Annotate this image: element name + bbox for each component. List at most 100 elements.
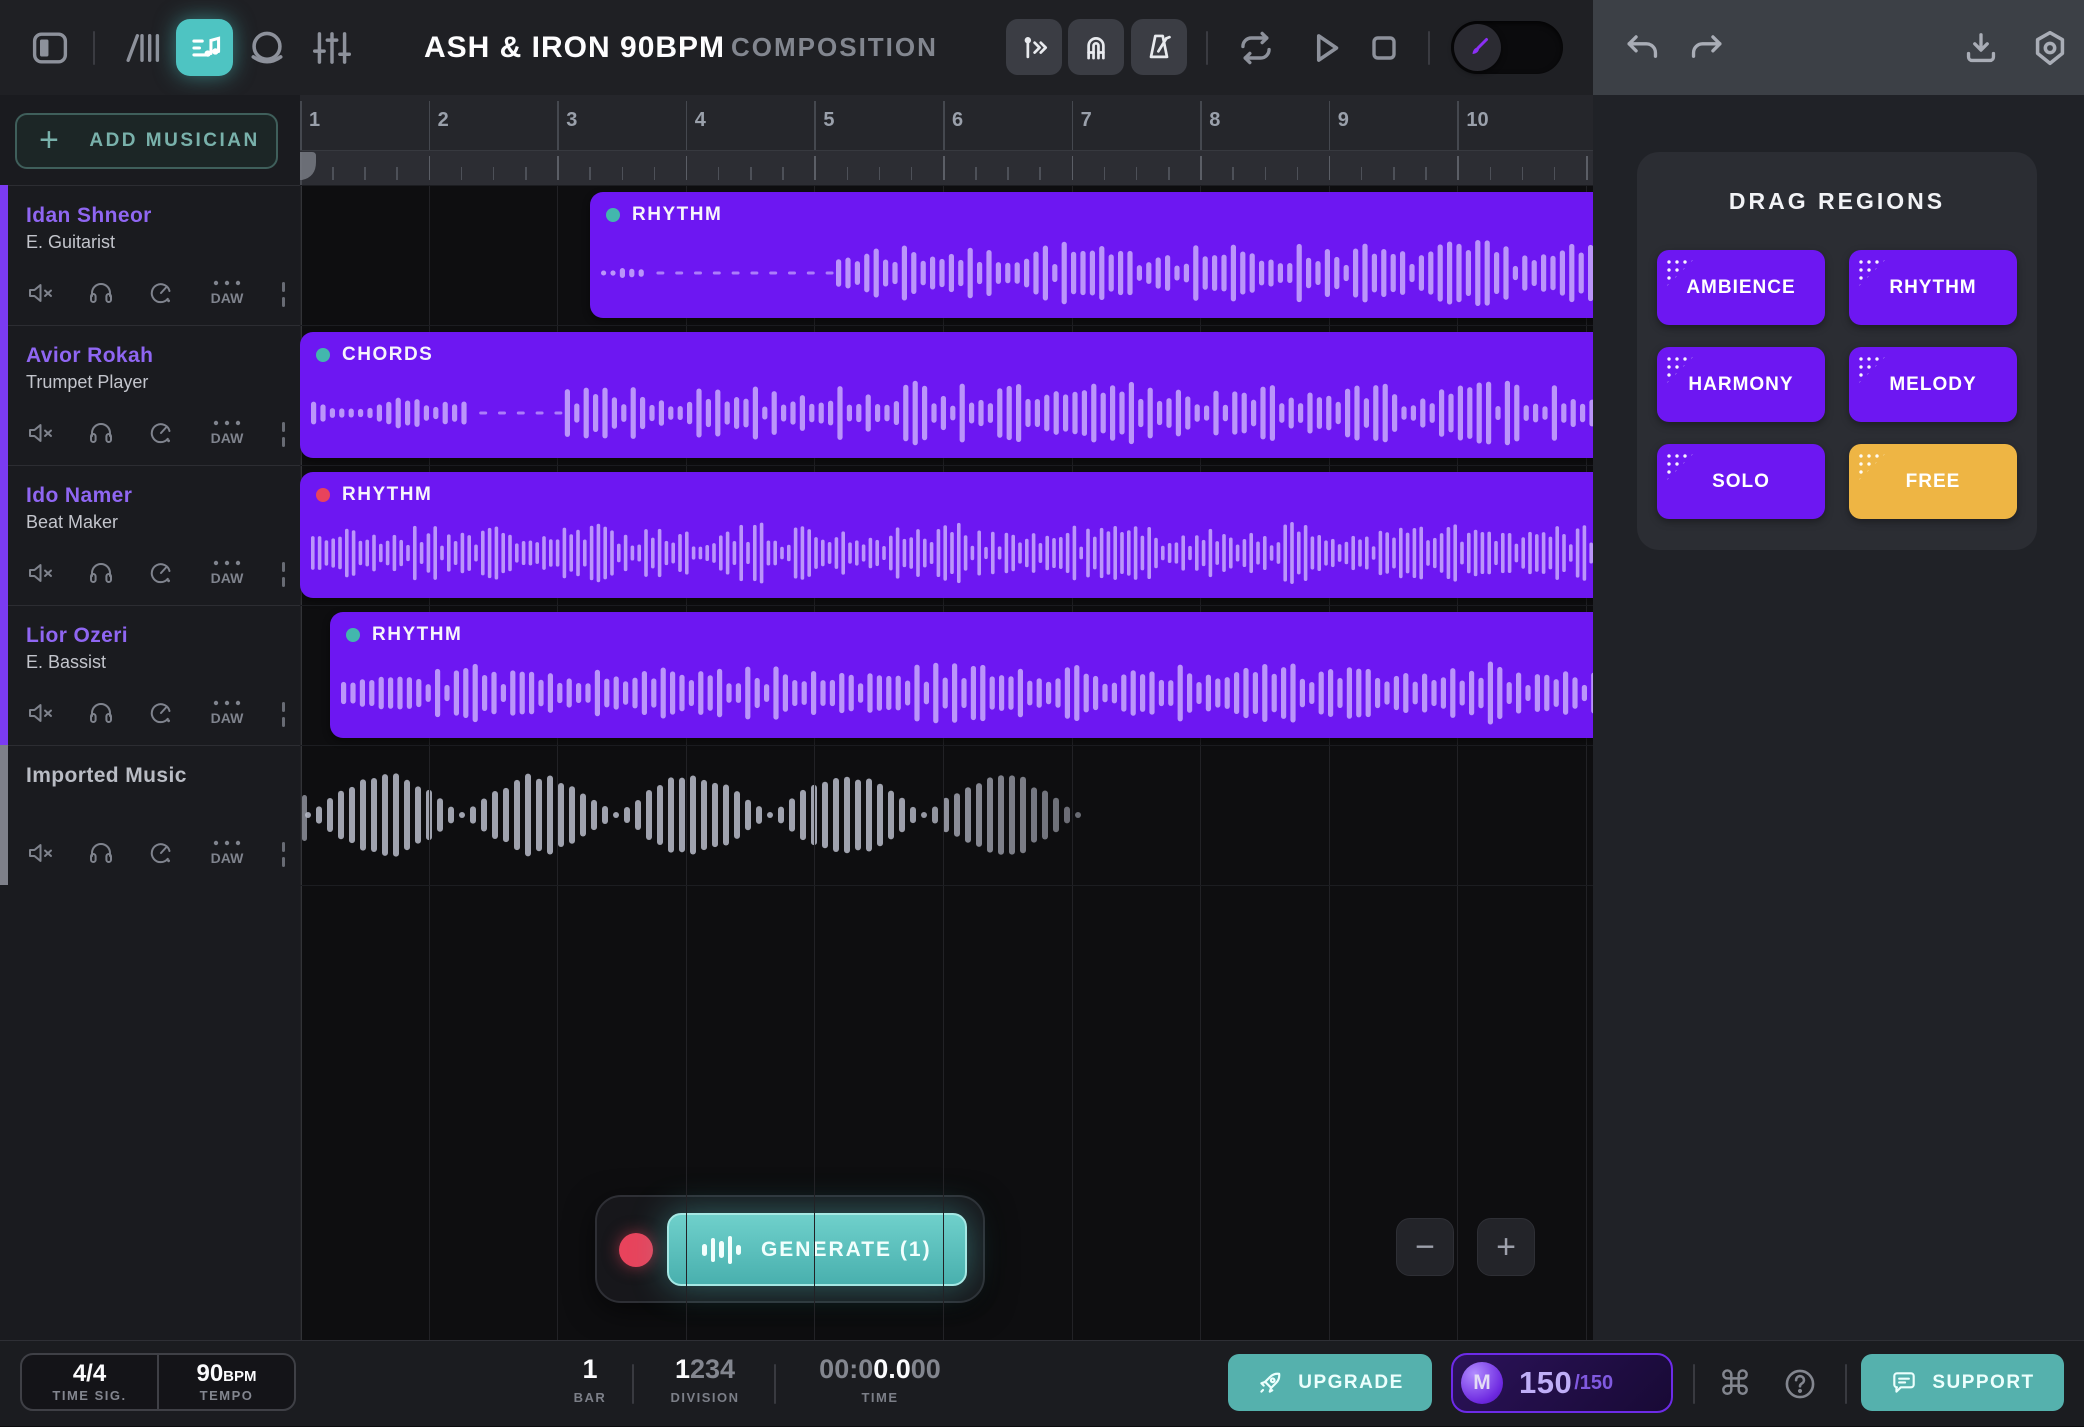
daw-icon[interactable]: DAW [206,698,248,728]
play-button[interactable] [1305,0,1347,95]
knob-icon[interactable] [146,278,176,308]
track-controls: DAW [26,278,248,308]
credits-badge: M [1461,1362,1503,1404]
credits-pill[interactable]: M 150 /150 [1451,1353,1673,1413]
undo-button[interactable] [1625,0,1661,95]
drag-handle[interactable] [282,562,285,587]
track-header[interactable]: Avior Rokah Trumpet Player DAW [0,325,300,465]
knob-icon[interactable] [146,838,176,868]
download-button[interactable] [1963,0,1999,95]
timpani-icon [246,27,288,69]
bar-tick [1072,156,1074,180]
drag-region-button-label: MELODY [1889,374,1976,396]
mute-icon[interactable] [26,418,56,448]
ruler-ticks[interactable] [300,151,1593,186]
composition-view-button[interactable] [176,19,233,76]
daw-icon[interactable]: DAW [206,558,248,588]
bar-number: 6 [952,109,963,132]
meter-box: 4/4 TIME SIG. 90BPM TEMPO [20,1353,296,1411]
bar-number: 9 [1338,109,1349,132]
redo-button[interactable] [1688,0,1724,95]
audio-region[interactable]: RHYTHM [330,612,1593,738]
drag-region-button-solo[interactable]: SOLO [1657,444,1825,519]
mute-icon[interactable] [26,698,56,728]
drum-view-button[interactable] [246,0,288,95]
mixer-sliders-icon [310,27,354,69]
record-indicator[interactable] [619,1233,653,1267]
settings-button[interactable] [2031,0,2069,95]
drag-handle[interactable] [282,702,285,727]
mixer-view-button[interactable] [310,0,354,95]
loop-button[interactable] [1236,0,1276,95]
drag-region-button-melody[interactable]: MELODY [1849,347,2017,422]
daw-icon[interactable]: DAW [206,838,248,868]
bar-separator [1072,101,1074,150]
knob-icon[interactable] [146,698,176,728]
drag-region-button-ambience[interactable]: AMBIENCE [1657,250,1825,325]
time-signature-control[interactable]: 4/4 TIME SIG. [22,1355,157,1409]
headphones-icon[interactable] [86,278,116,308]
knob-icon[interactable] [146,418,176,448]
headphones-icon[interactable] [86,418,116,448]
headphones-icon[interactable] [86,838,116,868]
stop-button[interactable] [1364,0,1404,95]
ruler-numbers[interactable]: 12345678910 [300,95,1593,151]
track-header[interactable]: Lior Ozeri E. Bassist DAW [0,605,300,745]
waveform-icon [702,1236,741,1264]
beat-tick [1265,167,1267,180]
drag-handle[interactable] [282,842,285,867]
bar-tick [557,156,559,180]
status-divider-1 [632,1364,634,1404]
beat-tick [1007,167,1009,180]
bar-number: 3 [566,109,577,132]
help-button[interactable] [1783,1341,1817,1427]
row-divider [300,465,1593,466]
add-musician-button[interactable]: + ADD MUSICIAN [15,113,278,169]
metronome-toggle[interactable] [1131,19,1187,75]
track-header[interactable]: Ido Namer Beat Maker DAW [0,465,300,605]
time-bright: 0.0 [873,1354,911,1384]
follow-playhead-toggle[interactable] [1006,19,1062,75]
daw-icon[interactable]: DAW [206,418,248,448]
support-button[interactable]: SUPPORT [1861,1354,2064,1411]
playhead-marker[interactable] [300,152,316,180]
knob-icon[interactable] [146,558,176,588]
track-header[interactable]: Idan Shneor E. Guitarist DAW [0,185,300,325]
beat-tick [1232,167,1234,180]
audio-region[interactable]: RHYTHM [300,472,1593,598]
drag-handle[interactable] [282,282,285,307]
timeline-canvas[interactable]: 12345678910 GENERATE (1) − + RHYTHM CHOR… [300,95,1593,1340]
bar-number: 1 [309,109,320,132]
audio-region[interactable]: RHYTHM [590,192,1593,318]
drag-handle[interactable] [282,422,285,447]
drag-region-button-free[interactable]: FREE [1849,444,2017,519]
beat-tick [364,167,366,180]
mute-icon[interactable] [26,558,56,588]
zoom-in-button[interactable]: + [1477,1218,1535,1276]
headphones-icon[interactable] [86,558,116,588]
region-header: RHYTHM [316,484,432,506]
shortcuts-button[interactable]: ⌘ [1718,1341,1752,1427]
drag-region-button-harmony[interactable]: HARMONY [1657,347,1825,422]
strings-view-button[interactable] [120,0,164,95]
row-divider [300,745,1593,746]
bar-tick [1586,156,1588,180]
headphones-icon[interactable] [86,698,116,728]
upgrade-button[interactable]: UPGRADE [1228,1354,1432,1411]
track-header[interactable]: Imported Music DAW [0,745,300,885]
mute-icon[interactable] [26,838,56,868]
track-role: E. Guitarist [26,232,115,253]
audio-region[interactable]: CHORDS [300,332,1593,458]
generate-button[interactable]: GENERATE (1) [667,1213,967,1286]
toggle-sidebar-button[interactable] [30,0,70,95]
paint-mode-toggle[interactable] [1451,21,1563,74]
daw-icon[interactable]: DAW [206,278,248,308]
beat-tick [1393,167,1395,180]
drag-region-button-rhythm[interactable]: RHYTHM [1849,250,2017,325]
snap-magnet-toggle[interactable] [1068,19,1124,75]
bar-separator [814,101,816,150]
tempo-control[interactable]: 90BPM TEMPO [157,1355,294,1409]
time-label: TIME [795,1390,965,1405]
mute-icon[interactable] [26,278,56,308]
zoom-out-button[interactable]: − [1396,1218,1454,1276]
